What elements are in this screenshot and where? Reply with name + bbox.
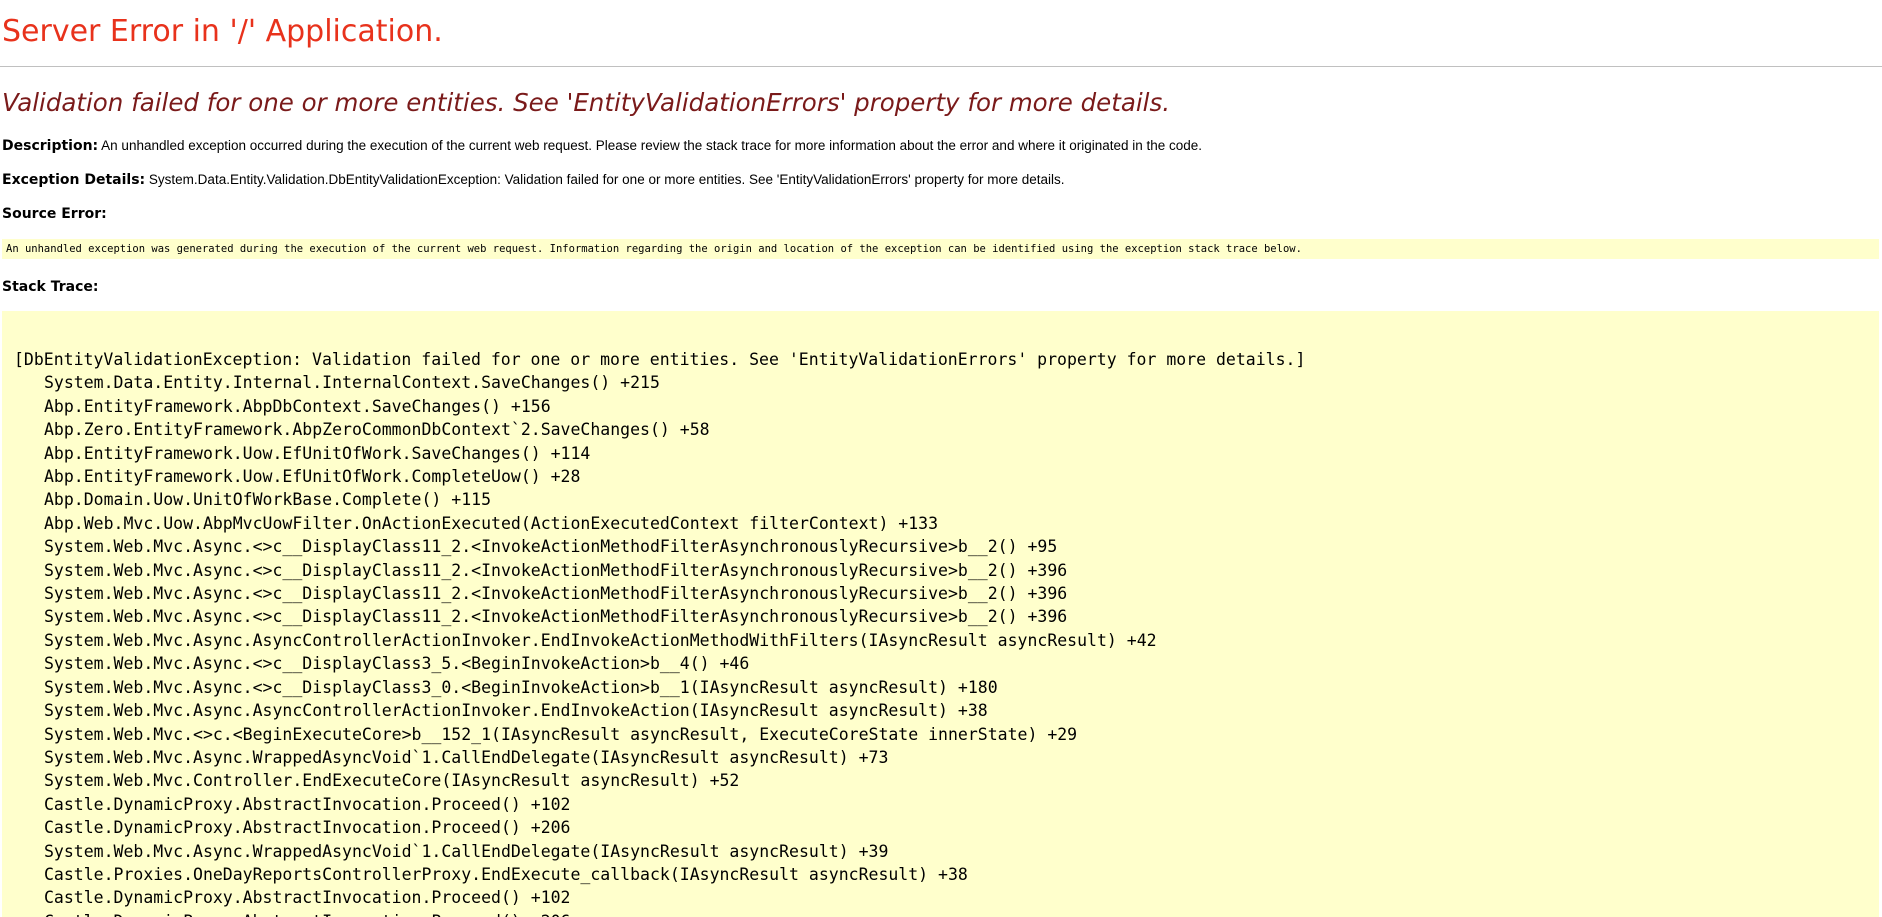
stack-trace-header: [DbEntityValidationException: Validation… (14, 350, 1306, 369)
stack-frame: Abp.EntityFramework.Uow.EfUnitOfWork.Com… (44, 467, 581, 487)
stack-frame: System.Web.Mvc.Controller.EndExecuteCore… (44, 771, 740, 791)
source-error-label: Source Error: (2, 206, 107, 222)
error-message: Validation failed for one or more entiti… (2, 88, 1171, 117)
stack-trace-frames: System.Data.Entity.Internal.InternalCont… (14, 371, 1879, 917)
stack-frame: System.Web.Mvc.<>c.<BeginExecuteCore>b__… (44, 724, 1078, 744)
stack-frame: Abp.EntityFramework.Uow.EfUnitOfWork.Sav… (44, 443, 591, 463)
description-line: Description: An unhandled exception occu… (2, 138, 1202, 154)
source-error-text: An unhandled exception was generated dur… (6, 243, 1302, 255)
stack-frame: System.Web.Mvc.Async.WrappedAsyncVoid`1.… (44, 841, 889, 861)
stack-frame: System.Data.Entity.Internal.InternalCont… (44, 373, 660, 393)
stack-frame: System.Web.Mvc.Async.AsyncControllerActi… (44, 630, 1157, 650)
stack-frame: System.Web.Mvc.Async.<>c__DisplayClass3_… (44, 654, 750, 674)
stack-frame: System.Web.Mvc.Async.<>c__DisplayClass3_… (44, 677, 998, 697)
exception-details-line: Exception Details: System.Data.Entity.Va… (2, 172, 1065, 188)
stack-frame: System.Web.Mvc.Async.<>c__DisplayClass11… (44, 537, 1058, 557)
stack-frame: Abp.EntityFramework.AbpDbContext.SaveCha… (44, 396, 551, 416)
stack-frame: Abp.Zero.EntityFramework.AbpZeroCommonDb… (44, 420, 710, 440)
stack-frame: System.Web.Mvc.Async.WrappedAsyncVoid`1.… (44, 747, 889, 767)
stack-frame: Castle.Proxies.OneDayReportsControllerPr… (44, 864, 968, 884)
stack-frame: System.Web.Mvc.Async.<>c__DisplayClass11… (44, 607, 1068, 627)
stack-frame: Abp.Web.Mvc.Uow.AbpMvcUowFilter.OnAction… (44, 513, 939, 533)
stack-frame: Castle.DynamicProxy.AbstractInvocation.P… (44, 818, 571, 838)
stack-frame: Abp.Domain.Uow.UnitOfWorkBase.Complete()… (44, 490, 492, 510)
source-error-box: An unhandled exception was generated dur… (2, 239, 1879, 259)
exception-details-label: Exception Details: (2, 172, 146, 188)
stack-frame: Castle.DynamicProxy.AbstractInvocation.P… (14, 910, 1879, 917)
stack-frame: System.Web.Mvc.Async.AsyncControllerActi… (44, 701, 988, 721)
page-title: Server Error in '/' Application. (2, 14, 443, 49)
stack-frame: System.Web.Mvc.Async.<>c__DisplayClass11… (44, 584, 1068, 604)
exception-details-text: System.Data.Entity.Validation.DbEntityVa… (148, 172, 1065, 187)
stack-trace-label: Stack Trace: (2, 279, 99, 295)
description-text: An unhandled exception occurred during t… (101, 138, 1203, 153)
stack-frame: Castle.DynamicProxy.AbstractInvocation.P… (44, 888, 571, 908)
stack-frame: System.Web.Mvc.Async.<>c__DisplayClass11… (44, 560, 1068, 580)
stack-frame: Castle.DynamicProxy.AbstractInvocation.P… (44, 794, 571, 814)
stack-trace-box: [DbEntityValidationException: Validation… (2, 311, 1879, 917)
title-divider (0, 66, 1882, 67)
description-label: Description: (2, 138, 99, 154)
